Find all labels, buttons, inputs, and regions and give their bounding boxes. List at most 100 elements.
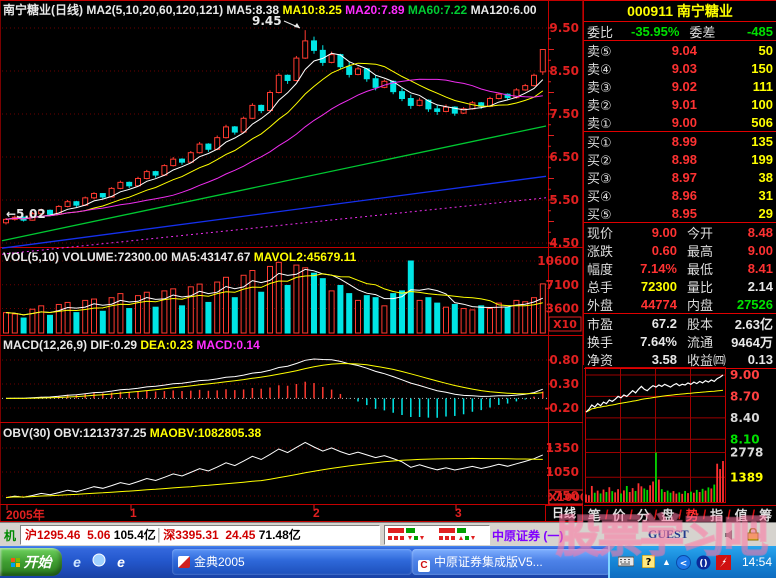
svg-text:8.10: 8.10 [730, 432, 760, 446]
stat-value: 9.00 [631, 225, 687, 240]
taskbar-clock[interactable]: 14:54 [742, 555, 772, 569]
stat-row[interactable]: 市盈 67.2 股本 2.63亿 [584, 314, 776, 332]
quote-stats-2: 市盈 67.2 股本 2.63亿换手 7.64% 流通 9464万净资 3.58… [584, 314, 776, 369]
ma10-value: MA10:8.25 [282, 3, 345, 17]
ask-row[interactable]: 卖① 9.00 506 [584, 113, 776, 131]
bid-row[interactable]: 买⑤ 8.95 29 [584, 204, 776, 222]
tab-笔[interactable]: 笔 [584, 505, 605, 524]
ask-label: 卖② [587, 95, 631, 114]
bid-volume: 31 [707, 188, 773, 203]
obv-value: OBV(30) OBV:1213737.25 [3, 426, 150, 440]
bid-price: 8.98 [631, 152, 707, 167]
show-hidden-icons-arrow[interactable]: ▲ [662, 555, 671, 569]
bid-volume: 38 [707, 170, 773, 185]
brackets-tray-icon[interactable]: () [696, 555, 711, 573]
task-button-jindian[interactable]: 金典2005 [172, 549, 412, 575]
tab-分[interactable]: 分 [633, 505, 654, 524]
tab-值[interactable]: 值 [731, 505, 752, 524]
start-button[interactable]: 开始 [0, 548, 62, 576]
stat-value: 67.2 [631, 316, 687, 331]
ask-volume: 111 [707, 79, 773, 94]
stat-row[interactable]: 幅度 7.14% 最低 8.41 [584, 259, 776, 277]
stat-value: 2.63亿 [727, 314, 773, 333]
host-indicator: 机 [4, 527, 16, 544]
svg-text:8.70: 8.70 [730, 389, 760, 403]
date-axis: 2005年123 [0, 505, 583, 522]
ask-price: 9.04 [631, 43, 707, 58]
tab-指[interactable]: 指 [706, 505, 727, 524]
ask-label: 卖③ [587, 77, 631, 96]
jindian-app-icon [178, 556, 190, 568]
explorer-quicklaunch-icon[interactable]: e [112, 553, 130, 571]
svg-text:10600: 10600 [537, 254, 579, 268]
x-axis-tick: 2 [313, 506, 320, 520]
stat-label: 净资 [587, 350, 631, 369]
ask-row[interactable]: 卖② 9.01 100 [584, 95, 776, 113]
task2-label: 中原证券集成版V5... [434, 555, 543, 569]
stat-label: 最低 [687, 259, 727, 278]
ask-row[interactable]: 卖④ 9.03 150 [584, 59, 776, 77]
mavol2-value: MAVOL2:45679.11 [254, 250, 357, 264]
blue-ball-tray-icon[interactable]: < [676, 555, 691, 573]
ask-row[interactable]: 卖⑤ 9.04 50 [584, 41, 776, 59]
ie-quicklaunch-icon[interactable]: e [68, 553, 86, 571]
tab-势[interactable]: 势 [682, 505, 703, 524]
xp-taskbar: 开始 e e 金典2005 C中原证券集成版V5... ? ▲ < () [0, 546, 776, 578]
stat-row[interactable]: 总手 72300 量比 2.14 [584, 277, 776, 295]
stat-label: 市盈 [587, 314, 631, 333]
task1-label: 金典2005 [194, 555, 245, 569]
intraday-mini-chart[interactable]: 9.008.708.408.1027781389 [583, 365, 776, 505]
bid-row[interactable]: 买③ 8.97 38 [584, 168, 776, 186]
system-tray: ? ▲ < () 14:54 [608, 546, 776, 578]
right-panel-tabs: 笔/价/分/盘/势/指/值/筹 [584, 505, 776, 522]
tab-盘[interactable]: 盘 [657, 505, 678, 524]
broker-label: 中原证券 [492, 529, 540, 543]
stock-code: 000911 [627, 3, 673, 19]
index-ticker[interactable]: 沪1295.46 5.06 105.4亿│深3395.31 24.45 71.4… [20, 525, 380, 545]
tab-筹[interactable]: 筹 [755, 505, 776, 524]
macd-panel-header: MACD(12,26,9) DIF:0.29 DEA:0.23 MACD:0.1… [3, 338, 260, 352]
stat-value: 8.41 [727, 261, 773, 276]
bid-volume: 135 [707, 134, 773, 149]
stat-row[interactable]: 换手 7.64% 流通 9464万 [584, 332, 776, 350]
stat-label: 外盘 [587, 295, 631, 314]
stat-row[interactable]: 净资 3.58 收益㈣ 0.13 [584, 350, 776, 368]
ask-volume: 50 [707, 43, 773, 58]
task-button-zhongyuan[interactable]: C中原证券集成版V5... [412, 549, 610, 575]
lock-icon[interactable] [746, 528, 760, 544]
stat-label: 涨跌 [587, 241, 631, 260]
obv-panel-header: OBV(30) OBV:1213737.25 MAOBV:1082805.38 [3, 426, 261, 440]
bid-row[interactable]: 买② 8.98 199 [584, 150, 776, 168]
stat-label: 流通 [687, 332, 727, 351]
sz-index: 深3395.31 [163, 528, 218, 542]
windows-logo-icon [11, 558, 21, 568]
help-tray-icon[interactable]: ? [642, 555, 655, 571]
stock-name: 南宁糖业 [677, 3, 733, 19]
bid-label: 买① [587, 132, 631, 151]
ask-price: 9.01 [631, 97, 707, 112]
bid-label: 买④ [587, 186, 631, 205]
broker-name[interactable]: 中原证券 (一) [492, 527, 563, 544]
keyboard-tray-icon[interactable] [618, 555, 634, 570]
ask-row[interactable]: 卖③ 9.02 111 [584, 77, 776, 95]
horn-icon[interactable] [724, 529, 738, 544]
period-tab-daily[interactable]: 日线 [545, 505, 583, 522]
svg-text:X10: X10 [553, 318, 577, 331]
ask-price: 9.03 [631, 61, 707, 76]
svg-text:<: < [680, 559, 688, 569]
market-breadth-indicator [384, 525, 490, 545]
msn-quicklaunch-icon[interactable] [90, 553, 108, 571]
ask-volume: 506 [707, 115, 773, 130]
stat-row[interactable]: 现价 9.00 今开 8.48 [584, 223, 776, 241]
ask-label: 卖⑤ [587, 41, 631, 60]
tab-价[interactable]: 价 [608, 505, 629, 524]
flame-tray-icon[interactable] [716, 555, 731, 573]
macd-dea-value: DEA:0.23 [140, 338, 196, 352]
bid-row[interactable]: 买① 8.99 135 [584, 132, 776, 150]
quote-panel: 000911 南宁糖业 委比 -35.95% 委差 -485 卖⑤ 9.04 5… [583, 0, 776, 365]
stat-row[interactable]: 外盘 44774 内盘 27526 [584, 295, 776, 313]
stat-row[interactable]: 涨跌 0.60 最高 9.00 [584, 241, 776, 259]
ma120-value: MA120:6.00 [471, 3, 537, 17]
bid-row[interactable]: 买④ 8.96 31 [584, 186, 776, 204]
x-axis-tick: 3 [455, 506, 462, 520]
